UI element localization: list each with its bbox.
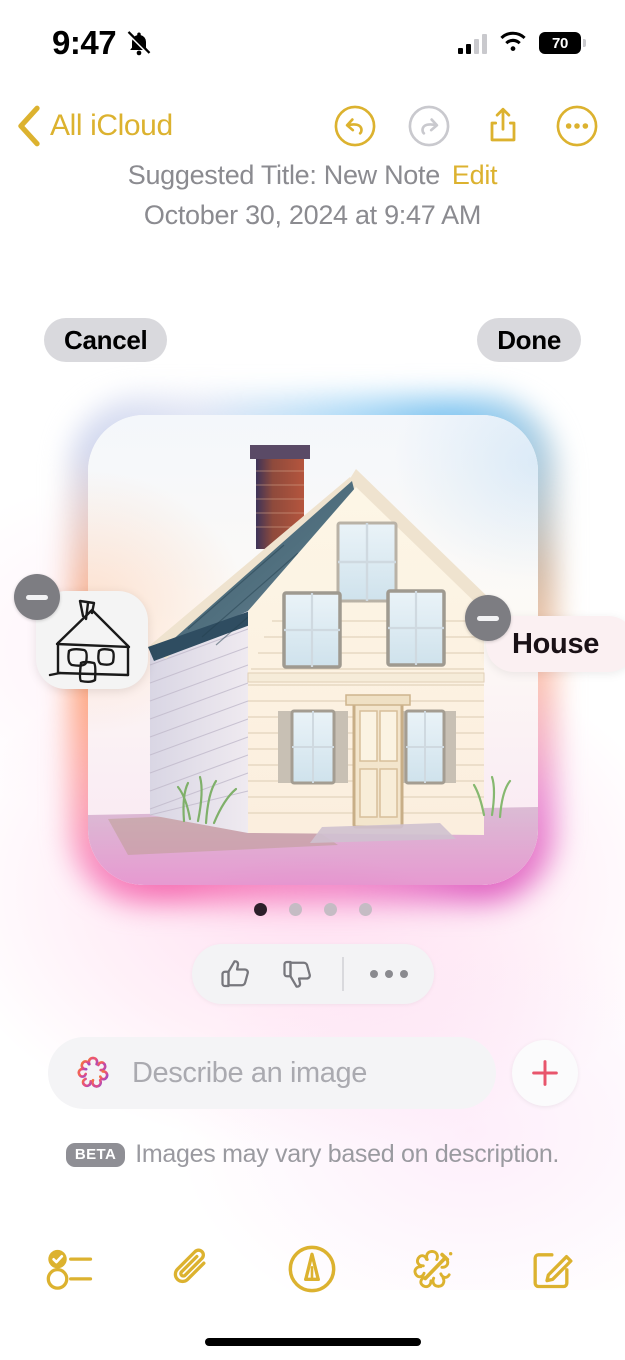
cancel-button[interactable]: Cancel <box>44 318 168 362</box>
prompt-row: Describe an image <box>48 1037 578 1109</box>
markup-button[interactable] <box>276 1233 348 1305</box>
battery-indicator: 70 <box>539 32 586 54</box>
thumbs-down-icon[interactable] <box>280 956 316 992</box>
compose-icon <box>533 1253 573 1289</box>
share-button[interactable] <box>481 104 525 148</box>
generated-image-card[interactable] <box>88 415 538 885</box>
image-page-dots[interactable] <box>0 903 625 916</box>
feedback-divider <box>341 957 344 991</box>
remove-house-concept-button[interactable] <box>465 595 511 641</box>
page-dot-1[interactable] <box>253 903 267 916</box>
home-indicator <box>204 1338 421 1346</box>
redo-button[interactable] <box>407 104 451 148</box>
playground-action-row: Cancel Done <box>0 318 625 362</box>
beta-disclaimer: BETA Images may vary based on descriptio… <box>0 1140 625 1169</box>
describe-image-placeholder: Describe an image <box>132 1056 367 1089</box>
image-playground-icon <box>77 1056 109 1088</box>
concept-chip-house-label: House <box>512 627 600 660</box>
status-bar-left: 9:47 <box>52 24 153 62</box>
undo-icon <box>334 105 376 147</box>
image-playground-wand-icon <box>413 1249 453 1289</box>
beta-disclaimer-text: Images may vary based on description. <box>135 1140 560 1168</box>
remove-sketch-concept-button[interactable] <box>14 574 60 620</box>
status-bar-right: 70 <box>458 31 586 55</box>
feedback-bar <box>191 944 434 1004</box>
nav-bar: All iCloud <box>0 96 625 156</box>
generated-image-area <box>70 397 556 903</box>
house-illustration <box>88 445 538 885</box>
page-dot-4[interactable] <box>358 903 372 916</box>
battery-level: 70 <box>551 34 569 52</box>
redo-icon <box>408 105 450 147</box>
page-dot-2[interactable] <box>288 903 302 916</box>
note-header: Suggested Title: New Note Edit October 3… <box>0 160 625 231</box>
more-button[interactable] <box>555 104 599 148</box>
status-time: 9:47 <box>52 24 117 61</box>
image-playground-button[interactable] <box>396 1233 468 1305</box>
checklist-icon <box>46 1249 92 1290</box>
note-date: October 30, 2024 at 9:47 AM <box>143 200 482 230</box>
compose-button[interactable] <box>515 1233 587 1305</box>
ellipsis-circle-icon <box>556 105 598 147</box>
paperclip-icon <box>173 1248 206 1284</box>
suggested-title: Suggested Title: New Note <box>127 160 440 190</box>
undo-button[interactable] <box>333 104 377 148</box>
plus-icon <box>532 1060 558 1086</box>
wifi-icon <box>500 31 526 51</box>
attach-button[interactable] <box>157 1233 229 1305</box>
describe-image-input[interactable]: Describe an image <box>48 1037 496 1109</box>
add-concept-button[interactable] <box>512 1040 578 1106</box>
back-label: All iCloud <box>50 109 173 142</box>
checklist-button[interactable] <box>38 1233 110 1305</box>
thumbs-up-icon[interactable] <box>218 956 254 992</box>
suggested-title-row: Suggested Title: New Note Edit <box>0 160 625 191</box>
share-icon <box>490 107 516 142</box>
beta-badge: BETA <box>65 1142 126 1167</box>
markup-pen-icon <box>289 1245 336 1293</box>
status-bar: 9:47 70 <box>0 0 625 86</box>
chevron-left-icon <box>18 105 40 147</box>
back-button[interactable]: All iCloud <box>16 105 173 147</box>
page-dot-3[interactable] <box>323 903 337 916</box>
notes-toolbar <box>0 1230 625 1308</box>
cellular-signal-icon <box>458 32 487 54</box>
edit-title-button[interactable]: Edit <box>452 160 498 191</box>
nav-actions <box>333 104 599 148</box>
done-button[interactable]: Done <box>477 318 581 362</box>
feedback-more-button[interactable] <box>369 970 408 978</box>
bell-slash-icon <box>127 31 151 56</box>
